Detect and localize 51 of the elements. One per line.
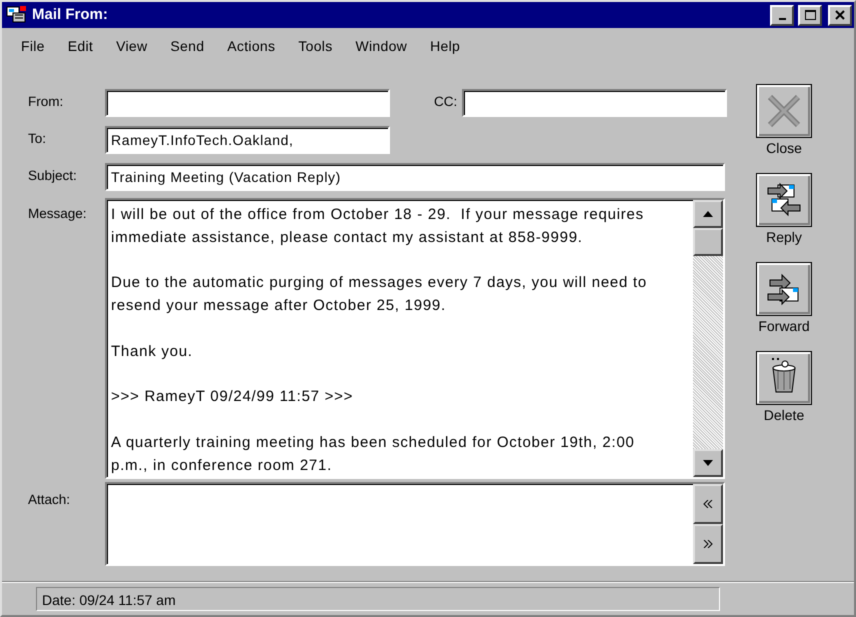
down-arrow-icon bbox=[703, 460, 713, 466]
scroll-thumb[interactable] bbox=[693, 228, 723, 256]
close-action-button[interactable]: Close bbox=[751, 84, 817, 159]
scrollbar[interactable] bbox=[693, 200, 723, 477]
close-button[interactable] bbox=[828, 4, 852, 26]
menu-item[interactable]: Help bbox=[419, 34, 472, 56]
from-field[interactable] bbox=[105, 88, 390, 116]
field-label: Subject: bbox=[27, 167, 78, 186]
scroll-down-button[interactable] bbox=[693, 449, 723, 477]
mail-icon bbox=[6, 4, 28, 26]
reply-action-button[interactable]: Reply bbox=[751, 173, 817, 248]
to-field[interactable]: RameyT.InfoTech.Oakland, bbox=[105, 126, 390, 154]
menu-item[interactable]: Actions bbox=[216, 34, 288, 56]
menu-item[interactable]: Window bbox=[344, 34, 420, 56]
minimize-button[interactable] bbox=[770, 4, 794, 26]
forward-icon bbox=[756, 262, 812, 316]
maximize-button[interactable] bbox=[798, 4, 822, 26]
maximize-icon bbox=[804, 9, 816, 21]
field-label: Attach: bbox=[27, 491, 72, 509]
minimize-icon bbox=[778, 18, 786, 20]
cc-field[interactable] bbox=[462, 88, 728, 116]
field-label: Message: bbox=[27, 205, 88, 223]
up-arrow-icon bbox=[703, 211, 713, 217]
reply-icon bbox=[756, 173, 812, 227]
delete-action-button[interactable]: Delete bbox=[751, 351, 817, 426]
double-right-arrow-icon bbox=[703, 540, 713, 548]
field-label: To: bbox=[27, 130, 48, 148]
delete-icon bbox=[756, 351, 812, 405]
close-icon bbox=[756, 84, 812, 138]
window-title: Mail From: bbox=[32, 4, 109, 25]
field-label: From: bbox=[27, 93, 64, 112]
double-left-arrow-icon bbox=[703, 500, 713, 508]
field-label: CC: bbox=[434, 93, 458, 112]
scroll-right-button[interactable] bbox=[693, 524, 723, 564]
menu-item[interactable]: File bbox=[10, 34, 57, 56]
forward-action-button[interactable]: Forward bbox=[751, 262, 817, 337]
scroll-up-button[interactable] bbox=[693, 200, 723, 228]
scroll-left-button[interactable] bbox=[693, 484, 723, 524]
message-paragraph: I will be out of the office from October 18 - 29. If your message requires immediate assistance, please contact my assistant at 858-9999. bbox=[111, 205, 645, 248]
menu-item[interactable]: Edit bbox=[56, 34, 106, 56]
menu-item[interactable]: Send bbox=[159, 34, 216, 56]
message-paragraph: >>> RameyT 09/24/99 11:57 >>> bbox=[111, 387, 354, 408]
close-icon bbox=[834, 9, 846, 21]
subject-field[interactable]: Training Meeting (Vacation Reply) bbox=[105, 162, 725, 190]
menu-item[interactable]: Tools bbox=[287, 34, 344, 56]
status-text: Date: 09/24 11:57 am bbox=[36, 587, 720, 611]
menu-item[interactable]: View bbox=[105, 34, 160, 56]
message-paragraph: A quarterly training meeting has been scheduled for October 19th, 2:00 p.m., in conference room 271. bbox=[111, 432, 636, 476]
message-paragraph: Thank you. bbox=[111, 342, 194, 362]
attachment-list[interactable] bbox=[105, 482, 725, 566]
message-paragraph: Due to the automatic purging of messages every 7 days, you will need to resend your message after October 25, 1999. bbox=[111, 273, 648, 316]
